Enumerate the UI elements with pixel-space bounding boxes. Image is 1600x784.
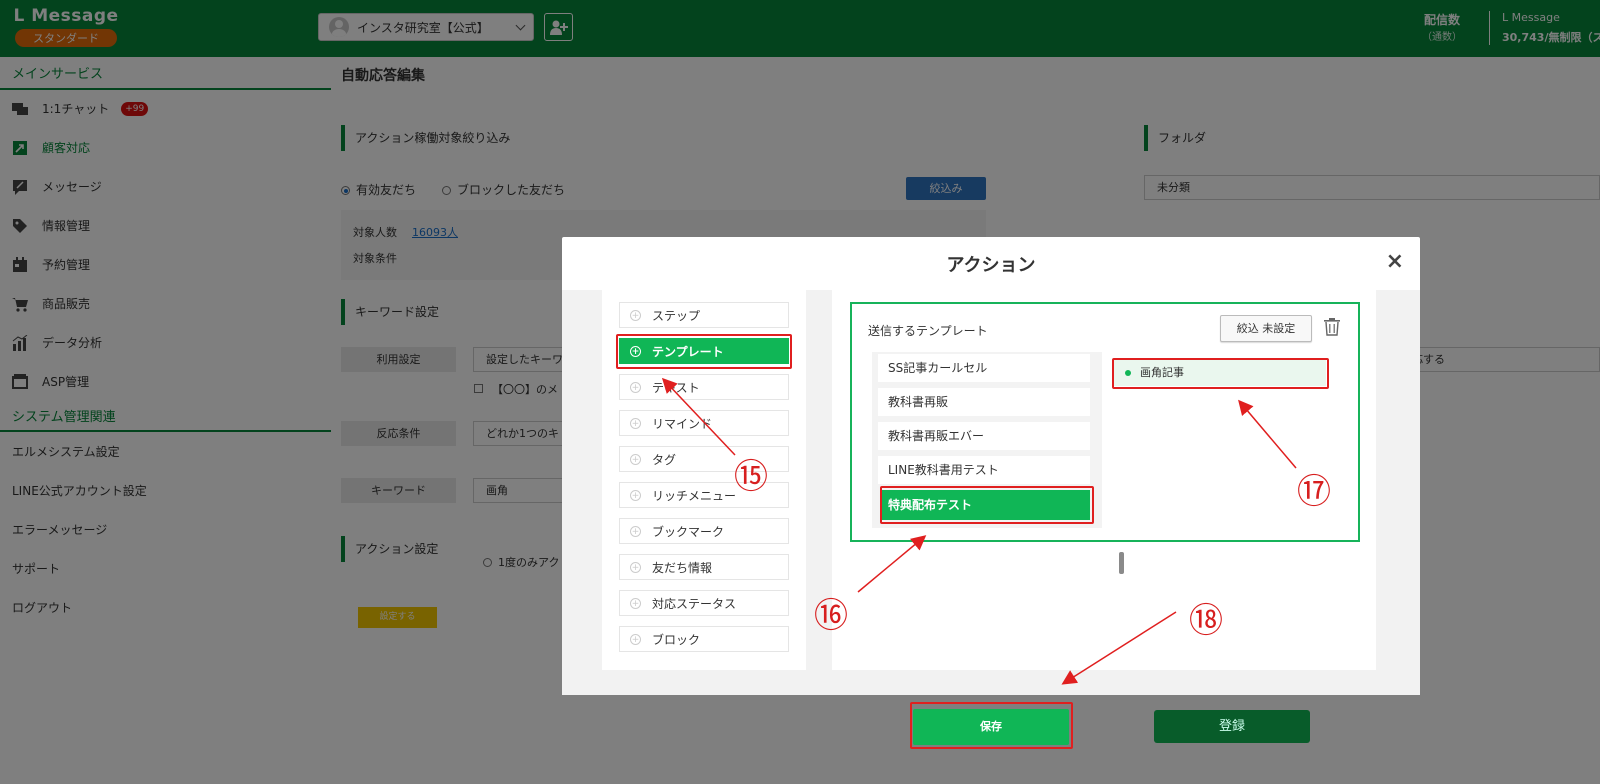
annotation-number-18: ⑱: [1189, 601, 1223, 641]
annotation-arrows: [661, 377, 1297, 685]
arrow-17: [1238, 399, 1297, 469]
annotation-number-16: ⑯: [814, 596, 848, 636]
arrow-16: [857, 535, 927, 593]
annotation-number-15: ⑮: [734, 457, 768, 497]
annotation-number-17: ⑰: [1297, 472, 1331, 512]
arrow-15: [661, 377, 736, 456]
arrow-18: [1061, 611, 1177, 685]
